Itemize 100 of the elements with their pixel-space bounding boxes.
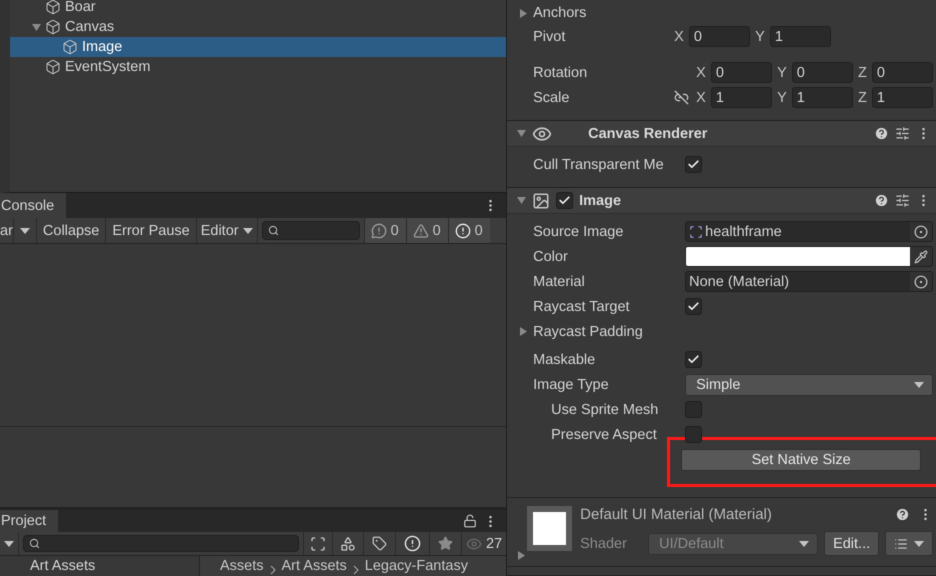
search-field[interactable] <box>262 221 360 240</box>
foldout-caret-icon[interactable] <box>519 8 528 18</box>
alert-icon[interactable] <box>404 535 421 552</box>
sprite-icon <box>689 224 704 238</box>
hierarchy-item[interactable]: Boar <box>10 0 506 17</box>
log-count-toggle[interactable]: 0 <box>448 218 490 243</box>
tag-icon[interactable] <box>372 536 387 551</box>
project-tab[interactable]: Project <box>0 510 58 532</box>
field-label: Pivot <box>533 28 566 44</box>
hierarchy-item[interactable]: Image <box>10 37 506 57</box>
checkbox[interactable] <box>685 351 702 368</box>
dropdown-caret-icon <box>20 228 30 234</box>
color-field[interactable] <box>685 246 934 267</box>
error-icon <box>454 222 471 238</box>
field-label: Color <box>533 248 569 264</box>
checkmark-icon <box>687 158 700 171</box>
folder-item[interactable]: Art Assets <box>30 558 96 574</box>
hidden-packages-toggle[interactable]: 27 <box>462 532 506 555</box>
set-native-size-button[interactable]: Set Native Size <box>681 449 922 471</box>
checkbox[interactable] <box>685 298 702 315</box>
field-label: Material <box>533 274 586 290</box>
shapes-icon[interactable] <box>340 536 356 552</box>
number-field[interactable]: 1 <box>872 87 934 108</box>
list-dropdown[interactable] <box>885 531 934 556</box>
component-header[interactable]: Image <box>507 187 936 214</box>
clear-button[interactable]: ar <box>0 218 14 243</box>
edit-button[interactable]: Edit... <box>824 531 880 556</box>
field-label: Cull Transparent Me <box>533 156 665 172</box>
expand-caret-icon[interactable] <box>32 22 41 32</box>
warning-icon <box>412 222 429 238</box>
number-field[interactable]: 0 <box>792 62 854 83</box>
console-tab[interactable]: Console <box>0 193 66 218</box>
number-field[interactable]: 0 <box>688 26 750 47</box>
breadcrumb-item[interactable]: Art Assets <box>282 558 347 574</box>
dropdown-caret-icon <box>4 540 14 546</box>
checkmark-icon <box>687 353 700 366</box>
foldout-caret-icon[interactable] <box>517 196 526 205</box>
help-icon[interactable] <box>874 126 890 141</box>
star-icon[interactable] <box>438 536 453 551</box>
search-field[interactable] <box>23 535 299 552</box>
cube-icon <box>45 59 61 75</box>
checkbox[interactable] <box>685 426 702 443</box>
number-field[interactable]: 1 <box>710 87 772 108</box>
field-label: Raycast Target <box>533 298 631 314</box>
field-label: Maskable <box>533 352 596 368</box>
image-icon <box>532 192 550 210</box>
axis-label: Y <box>755 28 765 44</box>
help-icon[interactable] <box>895 507 910 522</box>
dropdown-caret-icon <box>799 540 810 546</box>
field-label: Preserve Aspect <box>551 426 658 442</box>
material-preview <box>527 506 572 551</box>
expand-search-icon[interactable] <box>310 536 326 552</box>
foldout-caret-icon[interactable] <box>517 551 526 560</box>
search-icon <box>29 538 40 549</box>
number-field[interactable]: 0 <box>710 62 772 83</box>
editor-dropdown[interactable]: Editor <box>196 218 258 243</box>
cube-icon <box>62 39 78 55</box>
field-label: Rotation <box>533 64 588 80</box>
number-field[interactable]: 1 <box>770 26 832 47</box>
foldout-caret-icon[interactable] <box>519 327 528 336</box>
settings-icon[interactable] <box>895 126 910 141</box>
chevron-icon <box>352 565 359 575</box>
unlink-icon[interactable] <box>674 90 690 105</box>
field-label: Shader <box>580 536 628 552</box>
list-icon <box>894 536 908 550</box>
breadcrumb-item[interactable]: Assets <box>220 558 264 574</box>
material-title: Default UI Material (Material) <box>580 506 773 523</box>
settings-icon[interactable] <box>895 193 910 208</box>
foldout-caret-icon[interactable] <box>517 129 526 138</box>
component-header[interactable]: Canvas Renderer <box>507 120 936 147</box>
info-icon <box>370 222 387 238</box>
collapse-button[interactable]: Collapse <box>36 218 106 243</box>
cube-icon <box>45 19 61 35</box>
number-field[interactable]: 1 <box>792 87 854 108</box>
checkmark-icon <box>558 194 572 207</box>
help-icon[interactable] <box>874 193 890 208</box>
log-count-toggle[interactable]: 0 <box>364 218 406 243</box>
chevron-icon <box>270 565 276 575</box>
object-picker-icon[interactable] <box>914 224 928 238</box>
dropdown[interactable]: Simple <box>685 374 934 396</box>
eye-icon <box>466 536 482 552</box>
field-label: Anchors <box>533 5 588 21</box>
breadcrumb-item[interactable]: Legacy-Fantasy <box>364 558 468 574</box>
log-count-toggle[interactable]: 0 <box>406 218 448 243</box>
lock-icon[interactable] <box>463 514 478 528</box>
hierarchy-item[interactable]: EventSystem <box>10 57 506 77</box>
checkbox[interactable] <box>685 156 702 173</box>
hierarchy-item[interactable]: Canvas <box>10 17 506 37</box>
dropdown-caret-icon <box>242 228 253 234</box>
eyedropper-icon[interactable] <box>914 250 928 264</box>
checkbox[interactable] <box>685 401 702 418</box>
field-label: Scale <box>533 90 570 106</box>
axis-label: X <box>696 90 706 106</box>
checkbox[interactable] <box>556 192 574 209</box>
object-field[interactable]: None (Material) <box>685 271 934 292</box>
dropdown-caret-icon <box>914 382 924 388</box>
error-pause-button[interactable]: Error Pause <box>106 218 197 243</box>
object-picker-icon[interactable] <box>914 274 928 288</box>
number-field[interactable]: 0 <box>872 62 934 83</box>
object-field[interactable]: healthframe <box>685 221 934 242</box>
